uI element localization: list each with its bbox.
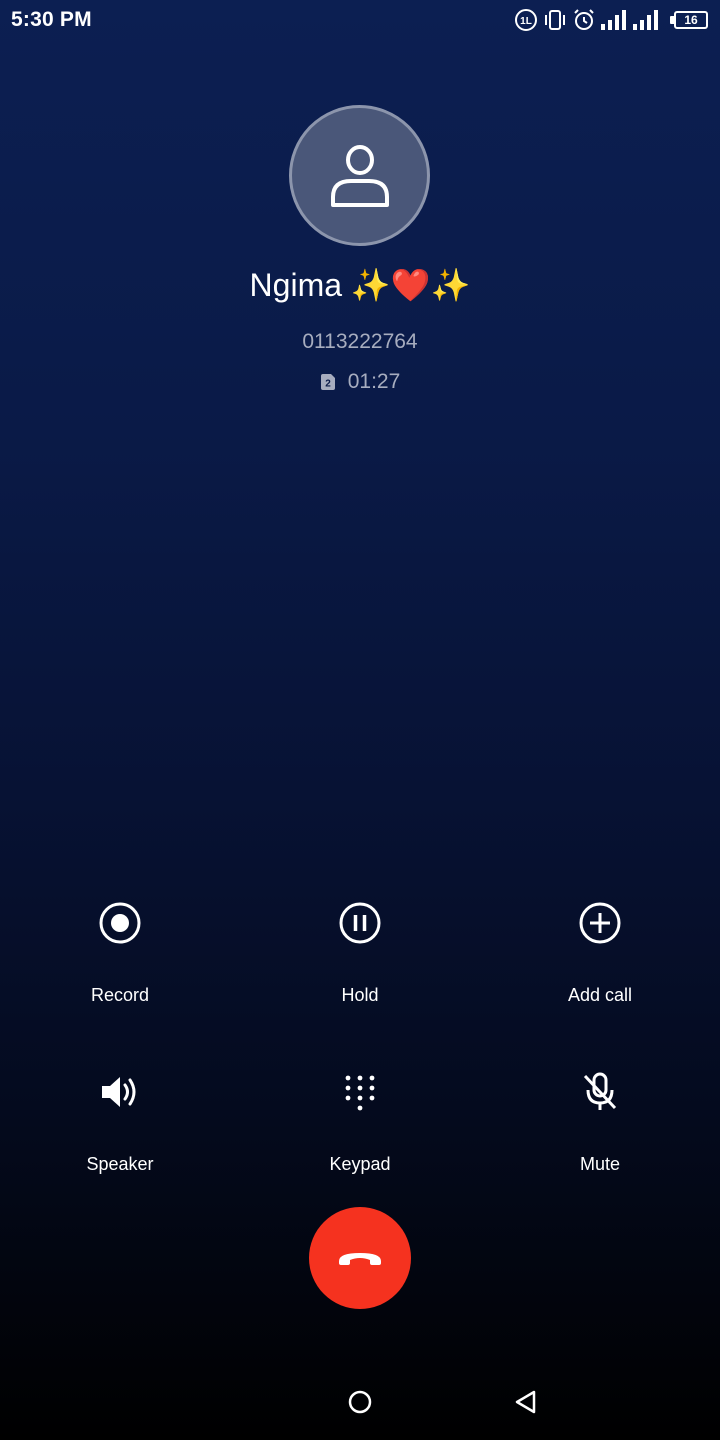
mute-label: Mute: [579, 1154, 621, 1174]
keypad-label: Keypad: [329, 1154, 391, 1174]
navigation-bar: [0, 1370, 720, 1440]
hang-up-icon: [339, 1253, 381, 1265]
status-bar: 5:30 PM 1L 16: [0, 0, 720, 40]
battery-icon: 16: [670, 10, 710, 30]
hold-button[interactable]: Hold: [240, 893, 480, 1033]
keypad-button[interactable]: Keypad: [240, 1062, 480, 1202]
vibrate-icon: [545, 10, 565, 30]
hold-label: Hold: [341, 985, 379, 1005]
add-call-button[interactable]: Add call: [480, 893, 720, 1033]
signal-icon: [633, 10, 658, 30]
mute-button[interactable]: Mute: [480, 1062, 720, 1202]
record-button[interactable]: Record: [0, 893, 240, 1033]
battery-level: 16: [674, 11, 708, 29]
sim-card-icon: 2: [320, 374, 335, 390]
status-time: 5:30 PM: [11, 8, 92, 31]
home-icon[interactable]: [346, 1388, 374, 1416]
speaker-button[interactable]: Speaker: [0, 1062, 240, 1202]
alarm-icon: [574, 9, 594, 30]
caller-avatar: [289, 105, 430, 246]
call-duration: 01:27: [347, 370, 401, 393]
status-icons: 1L 16: [514, 7, 710, 33]
volte-icon: 1L: [515, 9, 537, 31]
svg-text:1L: 1L: [520, 16, 532, 27]
speaker-label: Speaker: [86, 1154, 154, 1174]
back-icon[interactable]: [512, 1388, 540, 1416]
sim-slot-number: 2: [325, 379, 331, 390]
signal-icon: [601, 10, 626, 30]
microphone-off-icon: [583, 1072, 617, 1110]
record-icon: [99, 902, 141, 944]
person-icon: [330, 144, 389, 207]
caller-name: Ngima ✨❤️✨: [249, 267, 471, 303]
speaker-icon: [102, 1077, 136, 1107]
end-call-button[interactable]: [309, 1207, 411, 1309]
caller-number: 0113222764: [302, 330, 418, 353]
pause-icon: [339, 902, 381, 944]
add-call-label: Add call: [567, 985, 633, 1005]
add-circle-icon: [579, 902, 621, 944]
record-label: Record: [90, 985, 150, 1005]
call-status-row: 2 01:27: [0, 370, 720, 394]
dialpad-icon: [345, 1075, 375, 1111]
